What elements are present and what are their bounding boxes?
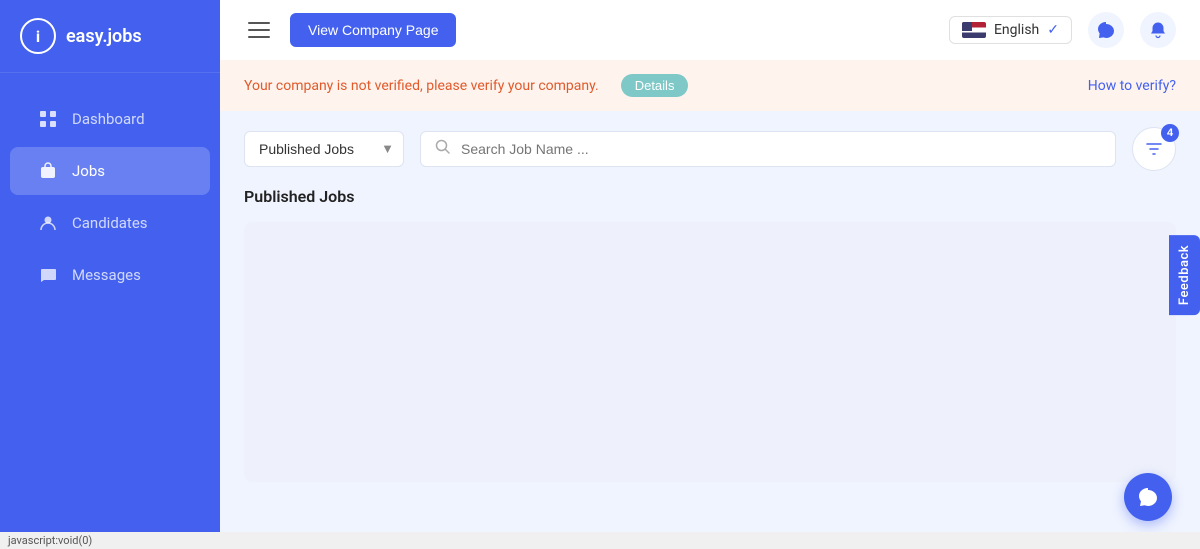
search-wrapper xyxy=(420,131,1116,167)
language-check-icon: ✓ xyxy=(1047,22,1059,38)
chat-icon-button[interactable] xyxy=(1088,12,1124,48)
statusbar: javascript:void(0) xyxy=(0,532,1200,549)
sidebar-item-messages[interactable]: Messages xyxy=(10,251,210,299)
details-button[interactable]: Details xyxy=(621,74,689,97)
statusbar-text: javascript:void(0) xyxy=(8,534,92,547)
sidebar: i easy.jobs Dashboard Jobs Candidates xyxy=(0,0,220,549)
jobs-section-title: Published Jobs xyxy=(244,187,1176,206)
hamburger-line-2 xyxy=(248,29,270,31)
jobs-icon xyxy=(38,161,58,181)
sidebar-item-jobs-label: Jobs xyxy=(72,162,105,180)
dashboard-icon xyxy=(38,109,58,129)
header-right: English ✓ xyxy=(949,12,1176,48)
main-content: View Company Page English ✓ Your company… xyxy=(220,0,1200,549)
sidebar-item-dashboard-label: Dashboard xyxy=(72,110,145,128)
filter-button[interactable]: 4 xyxy=(1132,127,1176,171)
feedback-label[interactable]: Feedback xyxy=(1169,234,1200,314)
verification-banner: Your company is not verified, please ver… xyxy=(220,60,1200,111)
sidebar-item-dashboard[interactable]: Dashboard xyxy=(10,95,210,143)
job-type-select-wrapper: Published Jobs ▼ xyxy=(244,131,404,167)
filter-badge: 4 xyxy=(1161,124,1179,142)
jobs-section: Published Jobs xyxy=(220,187,1200,498)
messages-icon xyxy=(38,265,58,285)
language-label: English xyxy=(994,22,1039,38)
hamburger-menu[interactable] xyxy=(244,18,274,42)
filter-bar: Published Jobs ▼ 4 xyxy=(220,111,1200,187)
chat-button[interactable] xyxy=(1124,473,1172,521)
sidebar-item-candidates-label: Candidates xyxy=(72,214,148,232)
flag-icon xyxy=(962,22,986,38)
hamburger-line-3 xyxy=(248,36,270,38)
candidates-icon xyxy=(38,213,58,233)
search-input[interactable] xyxy=(461,132,1101,166)
banner-message: Your company is not verified, please ver… xyxy=(244,78,599,94)
notifications-button[interactable] xyxy=(1140,12,1176,48)
search-icon xyxy=(435,139,451,159)
sidebar-logo: i easy.jobs xyxy=(0,0,220,73)
view-company-button[interactable]: View Company Page xyxy=(290,13,456,47)
logo-icon: i xyxy=(20,18,56,54)
language-selector[interactable]: English ✓ xyxy=(949,16,1072,44)
sidebar-item-candidates[interactable]: Candidates xyxy=(10,199,210,247)
logo-text: easy.jobs xyxy=(66,26,142,47)
sidebar-item-messages-label: Messages xyxy=(72,266,141,284)
sidebar-item-jobs[interactable]: Jobs xyxy=(10,147,210,195)
page-content: Your company is not verified, please ver… xyxy=(220,60,1200,549)
hamburger-line-1 xyxy=(248,22,270,24)
banner-left: Your company is not verified, please ver… xyxy=(244,74,688,97)
how-to-verify-link[interactable]: How to verify? xyxy=(1088,78,1176,94)
sidebar-nav: Dashboard Jobs Candidates Messages xyxy=(0,93,220,301)
job-type-select[interactable]: Published Jobs xyxy=(244,131,404,167)
feedback-tab[interactable]: Feedback xyxy=(1169,234,1200,314)
top-header: View Company Page English ✓ xyxy=(220,0,1200,60)
jobs-empty-area xyxy=(244,222,1176,482)
header-left: View Company Page xyxy=(244,13,456,47)
